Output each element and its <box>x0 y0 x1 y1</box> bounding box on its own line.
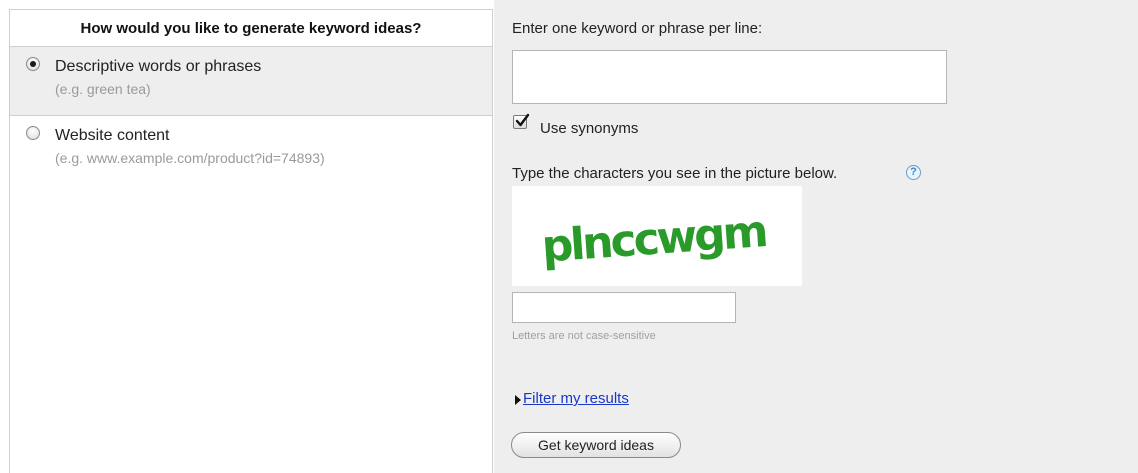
option-descriptive-words-label: Descriptive words or phrases <box>55 58 262 75</box>
option-descriptive-words[interactable]: Descriptive words or phrases (e.g. green… <box>10 47 492 116</box>
expand-triangle-icon[interactable] <box>515 395 521 405</box>
captcha-prompt: Type the characters you see in the pictu… <box>512 165 838 182</box>
option-website-content-example: (e.g. www.example.com/product?id=74893) <box>55 150 325 166</box>
radio-descriptive-words[interactable] <box>26 57 40 71</box>
filter-results-link[interactable]: Filter my results <box>523 390 629 407</box>
captcha-input[interactable] <box>512 292 736 323</box>
keyword-textarea[interactable] <box>512 50 947 104</box>
question-mark-icon[interactable]: ? <box>906 165 921 180</box>
option-descriptive-words-example: (e.g. green tea) <box>55 81 151 97</box>
generation-method-heading: How would you like to generate keyword i… <box>10 10 492 47</box>
option-website-content[interactable]: Website content (e.g. www.example.com/pr… <box>10 116 492 176</box>
captcha-text: plnccwgm <box>540 206 767 273</box>
option-website-content-label: Website content <box>55 127 170 144</box>
captcha-image: plnccwgm <box>512 186 802 286</box>
case-sensitivity-note: Letters are not case-sensitive <box>512 330 656 342</box>
use-synonyms-checkbox[interactable] <box>513 113 530 129</box>
use-synonyms-label[interactable]: Use synonyms <box>540 120 638 137</box>
keyword-prompt: Enter one keyword or phrase per line: <box>512 20 763 37</box>
radio-website-content[interactable] <box>26 126 40 140</box>
generation-method-panel: How would you like to generate keyword i… <box>9 9 493 473</box>
keyword-input-panel: Enter one keyword or phrase per line: Us… <box>494 0 1138 473</box>
get-keyword-ideas-button[interactable]: Get keyword ideas <box>511 432 681 458</box>
checkmark-icon <box>515 113 530 127</box>
